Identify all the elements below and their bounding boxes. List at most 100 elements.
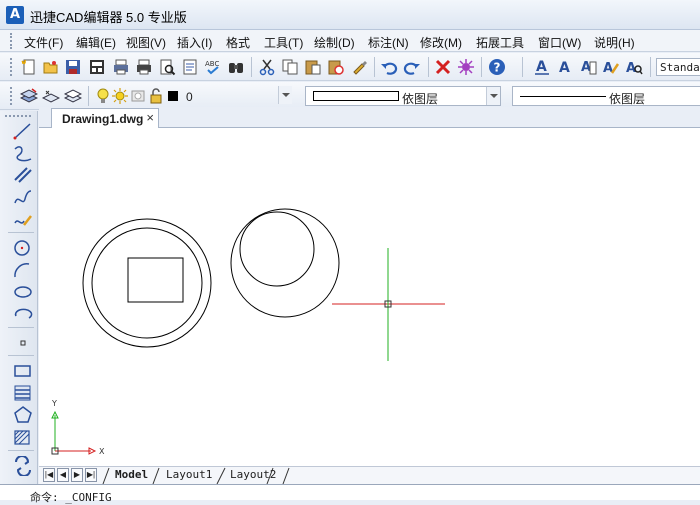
menubar-grip[interactable] (10, 33, 13, 49)
close-tab-icon[interactable]: × (146, 110, 154, 125)
drawing-outer-circle-1[interactable] (82, 218, 212, 348)
document-tab-label: Drawing1.dwg (62, 112, 144, 126)
toolbar-separator (522, 57, 523, 77)
copy-icon[interactable] (281, 58, 299, 76)
text-style-underline-a-icon[interactable]: A (533, 58, 551, 76)
paste-special-icon[interactable] (327, 58, 345, 76)
erase-icon[interactable] (434, 58, 452, 76)
rectangle-tool-icon[interactable] (12, 361, 34, 381)
toolbar-grip[interactable] (10, 58, 13, 76)
menu-modify[interactable]: 修改(M) (420, 34, 462, 51)
previous-layout-button[interactable]: ◀ (57, 468, 69, 482)
drawing-canvas[interactable]: Y X (39, 128, 700, 466)
new-file-icon[interactable] (20, 58, 38, 76)
ellipse-tool-icon[interactable] (12, 282, 34, 302)
menu-edit[interactable]: 编辑(E) (76, 34, 116, 51)
layer-on-bulb-icon[interactable] (96, 87, 110, 105)
menu-view[interactable]: 视图(V) (126, 34, 166, 51)
region-tool-icon[interactable] (12, 427, 34, 447)
ellipse-arc-tool-icon[interactable] (12, 304, 34, 324)
text-style-select[interactable]: Standard (656, 58, 700, 76)
layer-dropdown-arrow-icon[interactable] (278, 86, 292, 104)
last-layout-button[interactable]: ▶| (85, 468, 97, 482)
menu-window[interactable]: 窗口(W) (538, 34, 581, 51)
menu-draw[interactable]: 绘制(D) (314, 34, 355, 51)
next-layout-button[interactable]: ▶ (71, 468, 83, 482)
layout-tab-model[interactable]: Model (115, 468, 148, 481)
multiline-tool-icon[interactable] (12, 165, 34, 185)
find-binoculars-icon[interactable] (227, 58, 245, 76)
svg-text:A: A (559, 60, 570, 76)
layout-tab-layout1[interactable]: Layout1 (166, 468, 212, 481)
match-properties-brush-icon[interactable] (350, 58, 368, 76)
multiline-text-icon[interactable]: A (579, 58, 597, 76)
open-file-icon[interactable] (42, 58, 60, 76)
freehand-sketch-icon[interactable] (12, 209, 34, 229)
menu-file[interactable]: 文件(F) (24, 34, 63, 51)
plot-icon[interactable] (135, 58, 153, 76)
line-tool-icon[interactable] (12, 121, 34, 141)
layer-thaw-sun-icon[interactable] (112, 87, 128, 105)
spell-check-icon[interactable]: ABC (204, 58, 222, 76)
command-line[interactable]: 命令: _CONFIG (0, 484, 700, 504)
linetype-select[interactable]: 依图层 (305, 86, 501, 106)
layer-viewport-freeze-icon[interactable] (130, 87, 146, 105)
toolbar-separator (88, 86, 89, 106)
polyline-tool-icon[interactable] (12, 143, 34, 163)
linetype-swatch (313, 91, 399, 101)
drawing-rectangle[interactable] (127, 257, 184, 303)
insert-block-icon[interactable] (12, 456, 34, 476)
layer-unlock-icon[interactable] (148, 87, 164, 105)
linetype-dropdown-arrow-icon[interactable] (486, 87, 500, 105)
single-line-text-icon[interactable]: A (556, 58, 574, 76)
point-tool-icon[interactable] (12, 333, 34, 353)
menu-format[interactable]: 格式 (226, 34, 250, 51)
find-text-icon[interactable]: A (625, 58, 643, 76)
title-bar: A 迅捷CAD编辑器 5.0 专业版 (0, 0, 700, 30)
polygon-tool-icon[interactable] (12, 405, 34, 425)
undo-icon[interactable] (380, 58, 398, 76)
help-icon[interactable]: ? (488, 58, 506, 76)
drawing-inner-circle-2[interactable] (239, 211, 315, 287)
redo-icon[interactable] (403, 58, 421, 76)
svg-text:A: A (536, 59, 547, 75)
print-preview-icon[interactable] (158, 58, 176, 76)
toolbar-separator (8, 355, 34, 356)
arc-tool-icon[interactable] (12, 260, 34, 280)
layer-color-swatch (168, 91, 178, 101)
svg-text:A: A (603, 61, 613, 76)
menu-tools[interactable]: 工具(T) (264, 34, 303, 51)
menu-help[interactable]: 说明(H) (594, 34, 635, 51)
lineweight-value: 依图层 (609, 92, 646, 106)
layer-manager-icon[interactable] (20, 87, 38, 105)
app-logo-icon: A (6, 6, 24, 24)
save-icon[interactable] (64, 58, 82, 76)
edit-text-icon[interactable]: A (602, 58, 620, 76)
spline-tool-icon[interactable] (12, 187, 34, 207)
make-object-layer-current-icon[interactable] (64, 87, 82, 105)
paste-icon[interactable] (304, 58, 322, 76)
first-layout-button[interactable]: |◀ (43, 468, 55, 482)
layer-select[interactable] (184, 86, 292, 106)
layer-previous-icon[interactable] (42, 87, 60, 105)
circle-tool-icon[interactable] (12, 238, 34, 258)
draw-toolbar-grip[interactable] (5, 115, 31, 118)
drawing-inner-circle-1[interactable] (91, 227, 203, 339)
ucs-y-label: Y (51, 399, 57, 408)
lineweight-select[interactable]: 依图层 (512, 86, 700, 106)
explode-icon[interactable] (457, 58, 475, 76)
toolbar-grip[interactable] (10, 87, 13, 105)
drawing-outer-circle-2[interactable] (230, 208, 340, 318)
properties-icon[interactable] (181, 58, 199, 76)
menu-insert[interactable]: 插入(I) (177, 34, 212, 51)
document-tab[interactable]: Drawing1.dwg × (51, 108, 159, 128)
properties-toolbar: 0 依图层 依图层 (0, 82, 700, 110)
menu-dimension[interactable]: 标注(N) (368, 34, 409, 51)
hatch-tool-icon[interactable] (12, 383, 34, 403)
toolbar-separator (8, 232, 34, 233)
menu-extension-tools[interactable]: 拓展工具 (476, 34, 524, 51)
print-icon[interactable] (112, 58, 130, 76)
save-all-icon[interactable] (88, 58, 106, 76)
cut-icon[interactable] (258, 58, 276, 76)
layout-tab-layout2[interactable]: Layout2 (230, 468, 276, 481)
